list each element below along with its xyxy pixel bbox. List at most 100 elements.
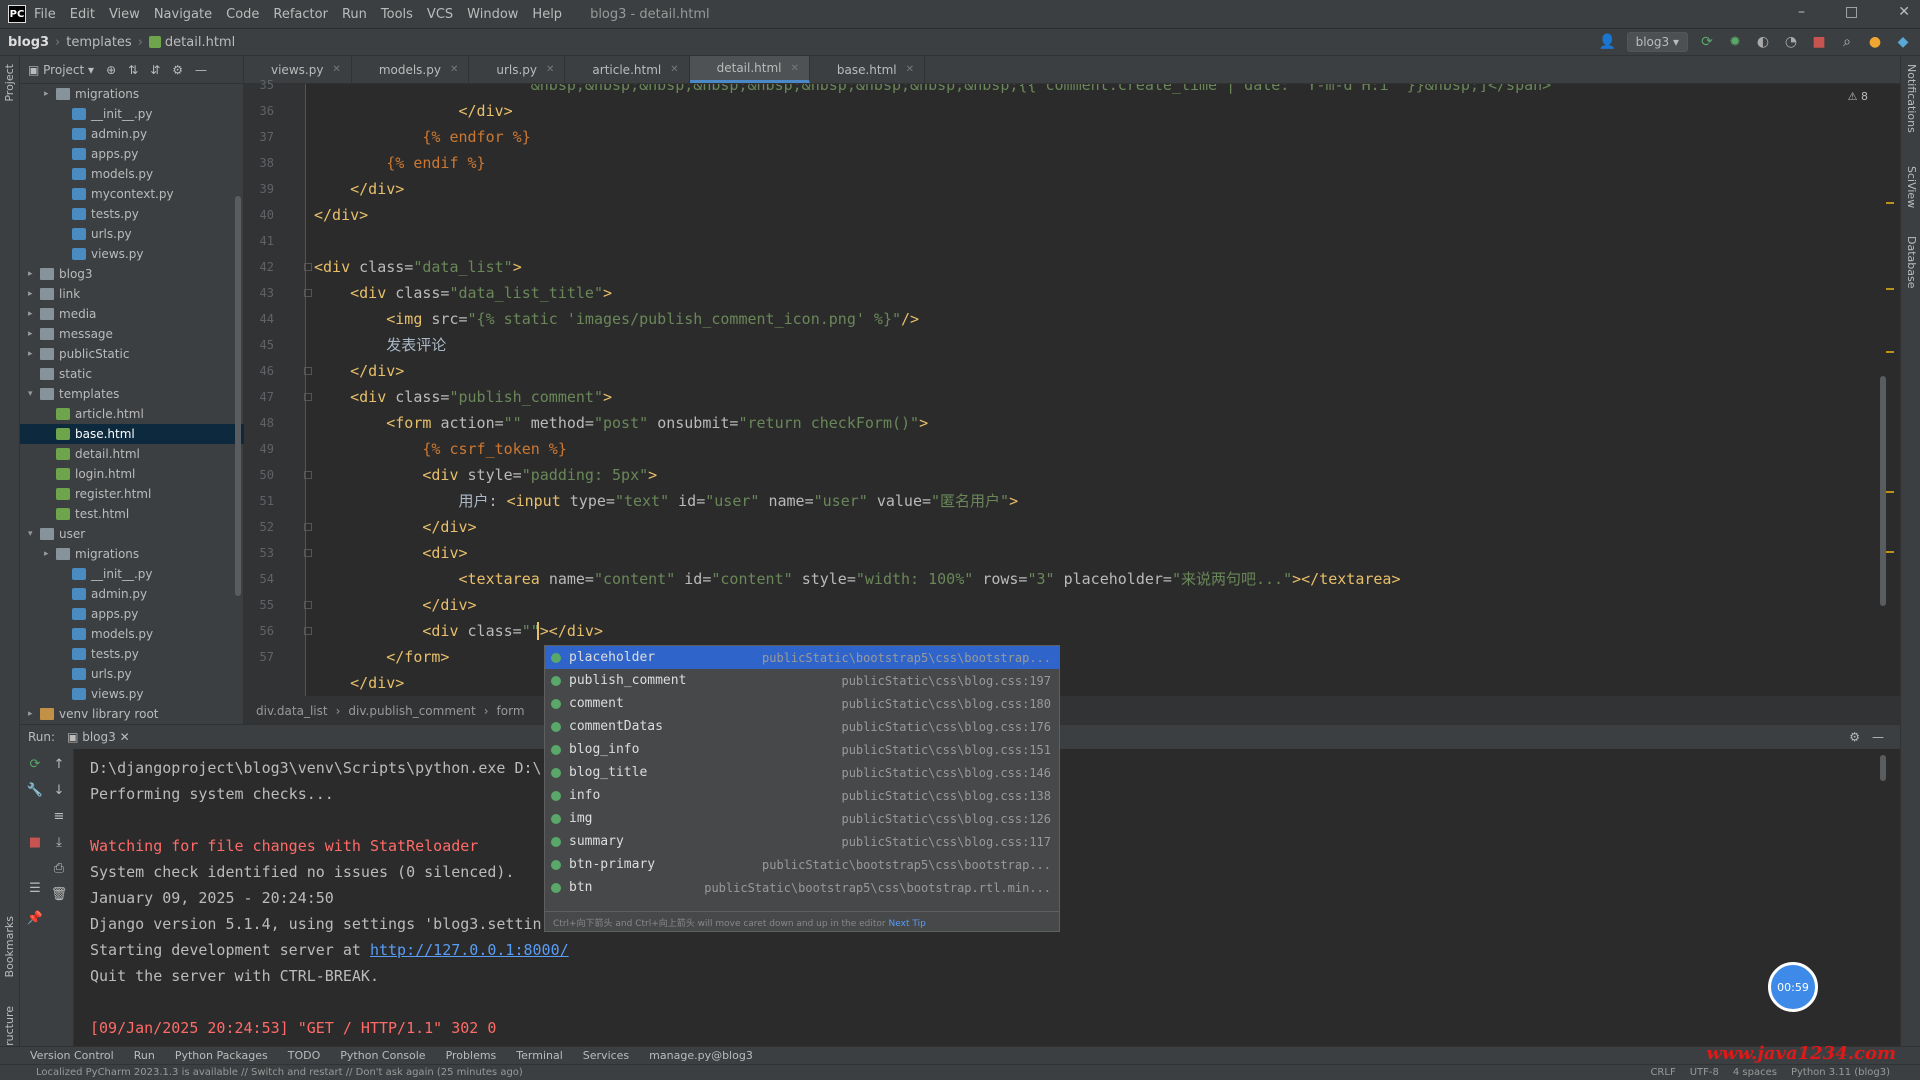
debug-icon[interactable]: ✹ [1726, 33, 1744, 51]
tree-toggle-icon[interactable]: ▾ [28, 389, 40, 399]
completion-item[interactable]: blog_title publicStatic\css\blog.css:146 [545, 761, 1059, 784]
close-icon[interactable]: ✕ [906, 64, 914, 75]
inspection-widget[interactable]: ⚠ 8 [1848, 90, 1868, 103]
close-icon[interactable]: ✕ [546, 64, 554, 75]
tree-folder[interactable]: ▸ link [20, 284, 244, 304]
menu-item-help[interactable]: Help [532, 7, 562, 22]
tree-file[interactable]: login.html [20, 464, 244, 484]
completion-item[interactable]: info publicStatic\css\blog.css:138 [545, 784, 1059, 807]
tree-folder[interactable]: ▸ blog3 [20, 264, 244, 284]
menu-item-window[interactable]: Window [467, 7, 518, 22]
tree-file[interactable]: mycontext.py [20, 184, 244, 204]
tree-file[interactable]: tests.py [20, 644, 244, 664]
menu-item-edit[interactable]: Edit [70, 7, 95, 22]
soft-wrap-icon[interactable]: ≡ [50, 807, 68, 825]
stop-icon[interactable]: ■ [1810, 33, 1828, 51]
scroll-to-end-icon[interactable]: ⤓ [50, 833, 68, 851]
tree-toggle-icon[interactable]: ▸ [28, 289, 40, 299]
project-scrollbar[interactable] [235, 196, 241, 596]
search-icon[interactable]: ⌕ [1838, 33, 1856, 51]
locate-file-icon[interactable]: ⊕ [106, 63, 116, 77]
tree-toggle-icon[interactable]: ▸ [44, 89, 56, 99]
fold-marker-icon[interactable] [304, 393, 312, 401]
layout-icon[interactable]: ☰ [26, 879, 44, 897]
breadcrumb-item[interactable]: div.publish_comment [348, 704, 475, 718]
menu-item-refactor[interactable]: Refactor [273, 7, 328, 22]
completion-item[interactable]: summary publicStatic\css\blog.css:117 [545, 830, 1059, 853]
wrench-icon[interactable]: 🔧 [26, 781, 44, 799]
profile-icon[interactable]: ◔ [1782, 33, 1800, 51]
gear-icon[interactable]: ⚙ [172, 63, 183, 77]
tree-folder[interactable]: ▸ migrations [20, 544, 244, 564]
fold-marker-icon[interactable] [304, 367, 312, 375]
completion-item[interactable]: commentDatas publicStatic\css\blog.css:17… [545, 715, 1059, 738]
status-widget[interactable]: UTF-8 [1690, 1067, 1719, 1078]
tree-folder[interactable]: ▸ publicStatic [20, 344, 244, 364]
fold-marker-icon[interactable] [304, 627, 312, 635]
notifications-tool-tab[interactable]: Notifications [1905, 64, 1918, 133]
status-message[interactable]: Localized PyCharm 2023.1.3 is available … [36, 1067, 523, 1078]
tab-base-html[interactable]: base.html ✕ [810, 56, 926, 83]
tree-toggle-icon[interactable]: ▾ [28, 529, 40, 539]
tree-folder[interactable]: ▸ migrations [20, 84, 244, 104]
tool-window-python-packages[interactable]: Python Packages [175, 1049, 268, 1062]
breadcrumb-item[interactable]: div.data_list [256, 704, 328, 718]
tree-file[interactable]: admin.py [20, 124, 244, 144]
tree-file[interactable]: models.py [20, 164, 244, 184]
tree-toggle-icon[interactable]: ▸ [44, 549, 56, 559]
coverage-icon[interactable]: ◐ [1754, 33, 1772, 51]
tree-file[interactable]: models.py [20, 624, 244, 644]
tool-window-manage-py-blog3[interactable]: manage.py@blog3 [649, 1049, 753, 1062]
completion-item[interactable]: comment publicStatic\css\blog.css:180 [545, 692, 1059, 715]
tab-detail-html[interactable]: detail.html ✕ [689, 56, 810, 83]
tool-window-terminal[interactable]: Terminal [516, 1049, 563, 1062]
fold-marker-icon[interactable] [304, 549, 312, 557]
fold-marker-icon[interactable] [304, 601, 312, 609]
sciview-tool-tab[interactable]: SciView [1905, 166, 1918, 208]
tree-toggle-icon[interactable]: ▸ [28, 269, 40, 279]
tree-file[interactable]: apps.py [20, 144, 244, 164]
bookmarks-tool-tab[interactable]: Bookmarks [3, 916, 16, 977]
tab-models-py[interactable]: models.py ✕ [352, 56, 470, 83]
completion-item[interactable]: btn publicStatic\bootstrap5\css\bootstrap… [545, 876, 1059, 899]
rerun-icon[interactable]: ⟳ [1698, 33, 1716, 51]
tree-file[interactable]: views.py [20, 684, 244, 704]
code-view[interactable]: &nbsp;&nbsp;&nbsp;&nbsp;&nbsp;&nbsp;&nbs… [314, 84, 1874, 696]
hide-panel-icon[interactable]: — [195, 63, 207, 77]
menu-item-code[interactable]: Code [226, 7, 259, 22]
tab-urls-py[interactable]: urls.py ✕ [469, 56, 566, 83]
tree-toggle-icon[interactable]: ▸ [28, 309, 40, 319]
menu-item-run[interactable]: Run [342, 7, 367, 22]
tool-window-problems[interactable]: Problems [446, 1049, 497, 1062]
fold-marker-icon[interactable] [304, 289, 312, 297]
tool-window-services[interactable]: Services [583, 1049, 629, 1062]
gear-icon[interactable]: ⚙ [1849, 730, 1860, 744]
tool-window-version-control[interactable]: Version Control [30, 1049, 114, 1062]
breadcrumb-folder[interactable]: templates [66, 35, 131, 50]
database-tool-tab[interactable]: Database [1905, 236, 1918, 289]
tree-file[interactable]: tests.py [20, 204, 244, 224]
tree-file[interactable]: detail.html [20, 444, 244, 464]
update-icon[interactable]: ● [1866, 33, 1884, 51]
completion-item[interactable]: placeholder publicStatic\bootstrap5\css\b… [545, 646, 1059, 669]
minimize-button[interactable]: – [1798, 4, 1805, 20]
tool-window-todo[interactable]: TODO [288, 1049, 321, 1062]
hide-panel-icon[interactable]: — [1872, 730, 1884, 744]
close-icon[interactable]: ✕ [790, 63, 798, 74]
tree-folder[interactable]: static [20, 364, 244, 384]
completion-item[interactable]: img publicStatic\css\blog.css:126 [545, 807, 1059, 830]
menu-item-view[interactable]: View [109, 7, 140, 22]
menu-item-navigate[interactable]: Navigate [154, 7, 212, 22]
breadcrumb-item[interactable]: form [497, 704, 525, 718]
project-tool-tab[interactable]: Project [3, 64, 16, 102]
menu-item-tools[interactable]: Tools [381, 7, 413, 22]
error-stripe-mark[interactable] [1886, 288, 1894, 290]
close-icon[interactable]: ✕ [670, 64, 678, 75]
tool-window-python-console[interactable]: Python Console [340, 1049, 425, 1062]
status-widget[interactable]: CRLF [1650, 1067, 1675, 1078]
tree-file[interactable]: __init__.py [20, 104, 244, 124]
expand-all-icon[interactable]: ⇅ [128, 63, 138, 77]
tree-file[interactable]: urls.py [20, 664, 244, 684]
completion-item[interactable]: btn-primary publicStatic\bootstrap5\css\b… [545, 853, 1059, 876]
rerun-icon[interactable]: ⟳ [26, 755, 44, 773]
